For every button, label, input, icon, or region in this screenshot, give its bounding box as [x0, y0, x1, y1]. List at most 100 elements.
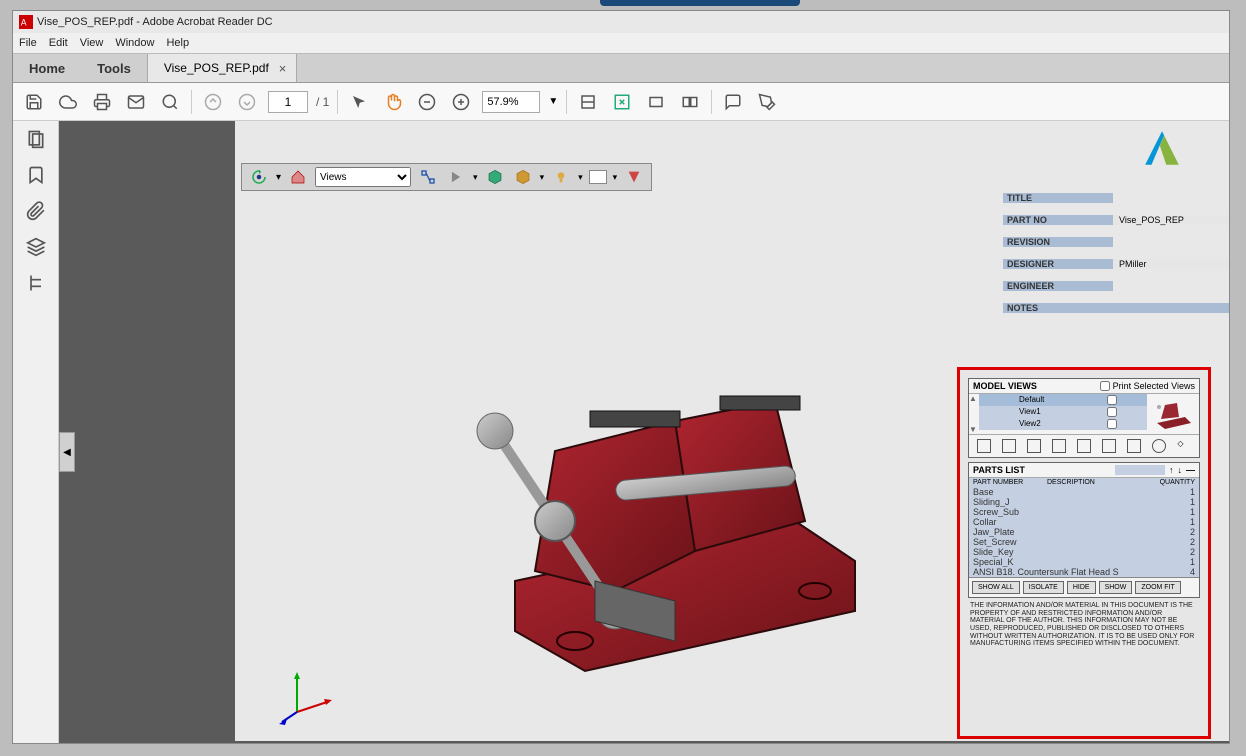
show-button[interactable]: SHOW	[1099, 581, 1133, 594]
part-row[interactable]: ANSI B18. Countersunk Flat Head S4	[969, 567, 1199, 577]
sort-asc-icon[interactable]: ↑	[1169, 465, 1174, 475]
fit-width-icon[interactable]	[575, 89, 601, 115]
menu-edit[interactable]: Edit	[49, 37, 68, 49]
hide-button[interactable]: HIDE	[1067, 581, 1096, 594]
part-row[interactable]: Sliding_J1	[969, 497, 1199, 507]
app-window: A Vise_POS_REP.pdf - Adobe Acrobat Reade…	[12, 10, 1230, 744]
model-tree-icon[interactable]	[26, 273, 46, 293]
print-views-checkbox[interactable]: Print Selected Views	[1100, 381, 1195, 391]
tab-home[interactable]: Home	[13, 54, 81, 82]
part-row[interactable]: Slide_Key2	[969, 547, 1199, 557]
showall-button[interactable]: SHOW ALL	[972, 581, 1020, 594]
menu-file[interactable]: File	[19, 37, 37, 49]
3d-tree-icon[interactable]	[417, 166, 439, 188]
svg-text:A: A	[21, 18, 27, 28]
3d-rotate-icon[interactable]	[248, 166, 270, 188]
view-icons-row: ◇	[969, 434, 1199, 457]
vise-3d-model[interactable]	[435, 301, 875, 681]
print-icon[interactable]	[89, 89, 115, 115]
part-row[interactable]: Special_K1	[969, 557, 1199, 567]
engineer-label: ENGINEER	[1003, 281, 1113, 291]
hand-icon[interactable]	[380, 89, 406, 115]
designer-label: DESIGNER	[1003, 259, 1113, 269]
zoom-input[interactable]	[482, 91, 540, 113]
3d-cube2-icon[interactable]	[512, 166, 534, 188]
view-back-icon[interactable]	[1027, 439, 1041, 453]
comment-icon[interactable]	[720, 89, 746, 115]
view-bottom-icon[interactable]	[1127, 439, 1141, 453]
menu-help[interactable]: Help	[166, 37, 189, 49]
sort-desc-icon[interactable]: ↓	[1178, 465, 1183, 475]
view-top-icon[interactable]	[1102, 439, 1116, 453]
attachment-icon[interactable]	[26, 201, 46, 221]
menu-bar: File Edit View Window Help	[13, 33, 1229, 53]
part-row[interactable]: Collar1	[969, 517, 1199, 527]
designer-value: PMiller	[1113, 259, 1229, 269]
menu-window[interactable]: Window	[115, 37, 154, 49]
part-row[interactable]: Set_Screw2	[969, 537, 1199, 547]
view-mode-icon[interactable]	[677, 89, 703, 115]
legal-text: THE INFORMATION AND/OR MATERIAL IN THIS …	[960, 602, 1208, 648]
3d-section-icon[interactable]	[623, 166, 645, 188]
view-persp-icon[interactable]	[1152, 439, 1166, 453]
view-thumbnail	[1147, 394, 1199, 434]
parts-list-panel: PARTS LIST ↑ ↓ — PART NUMBERDESCRIPTIONQ…	[968, 462, 1200, 598]
search-icon[interactable]	[157, 89, 183, 115]
mail-icon[interactable]	[123, 89, 149, 115]
parts-header: PART NUMBERDESCRIPTIONQUANTITY	[969, 478, 1199, 487]
close-icon[interactable]: ×	[279, 61, 287, 76]
part-row[interactable]: Jaw_Plate2	[969, 527, 1199, 537]
layers-icon[interactable]	[26, 237, 46, 257]
part-row[interactable]: Base1	[969, 487, 1199, 497]
view-left-icon[interactable]	[1052, 439, 1066, 453]
tab-bar: Home Tools Vise_POS_REP.pdf ×	[13, 53, 1229, 83]
highlighted-panels: MODEL VIEWS Print Selected Views ▲ ▼ Defa…	[957, 367, 1211, 739]
view-row-default[interactable]: Default	[979, 394, 1147, 406]
page-up-icon[interactable]	[200, 89, 226, 115]
3d-bg-icon[interactable]	[589, 170, 607, 184]
menu-view[interactable]: View	[80, 37, 104, 49]
main-toolbar: / 1 ▼	[13, 83, 1229, 121]
3d-play-icon[interactable]	[445, 166, 467, 188]
view-iso-icon[interactable]	[977, 439, 991, 453]
fit-page-icon[interactable]	[609, 89, 635, 115]
part-row[interactable]: Screw_Sub1	[969, 507, 1199, 517]
doc-tab-label: Vise_POS_REP.pdf	[164, 61, 269, 75]
view-right-icon[interactable]	[1077, 439, 1091, 453]
view-row-1[interactable]: View1	[979, 406, 1147, 418]
tab-tools[interactable]: Tools	[81, 54, 147, 82]
isolate-button[interactable]: ISOLATE	[1023, 581, 1064, 594]
parts-list-title: PARTS LIST	[973, 465, 1025, 475]
3d-cube-icon[interactable]	[484, 166, 506, 188]
full-screen-icon[interactable]	[643, 89, 669, 115]
scroll-up-icon[interactable]: ▲	[969, 394, 979, 403]
zoom-in-icon[interactable]	[448, 89, 474, 115]
content-area: ◀ ▾ Views ▾ ▾ ▾ ▾	[13, 121, 1229, 743]
3d-home-icon[interactable]	[287, 166, 309, 188]
document-area: ◀ ▾ Views ▾ ▾ ▾ ▾	[59, 121, 1229, 743]
save-icon[interactable]	[21, 89, 47, 115]
page-number-input[interactable]	[268, 91, 308, 113]
page-down-icon[interactable]	[234, 89, 260, 115]
thumbnails-icon[interactable]	[26, 129, 46, 149]
3d-light-icon[interactable]	[550, 166, 572, 188]
partno-label: PART NO	[1003, 215, 1113, 225]
parts-filter[interactable]	[1115, 465, 1165, 475]
minimize-icon[interactable]: —	[1186, 465, 1195, 475]
window-top-bar	[600, 0, 800, 6]
view-more-icon[interactable]: ◇	[1177, 439, 1191, 453]
views-dropdown[interactable]: Views	[315, 167, 411, 187]
tab-document[interactable]: Vise_POS_REP.pdf ×	[147, 54, 298, 82]
view-front-icon[interactable]	[1002, 439, 1016, 453]
zoomfit-button[interactable]: ZOOM FIT	[1135, 581, 1180, 594]
sign-icon[interactable]	[754, 89, 780, 115]
title-label: TITLE	[1003, 193, 1113, 203]
collapse-panel-icon[interactable]: ◀	[59, 432, 75, 472]
model-views-title: MODEL VIEWS	[973, 381, 1037, 391]
scroll-down-icon[interactable]: ▼	[969, 425, 979, 434]
bookmark-icon[interactable]	[26, 165, 46, 185]
cloud-icon[interactable]	[55, 89, 81, 115]
pointer-icon[interactable]	[346, 89, 372, 115]
view-row-2[interactable]: View2	[979, 418, 1147, 430]
zoom-out-icon[interactable]	[414, 89, 440, 115]
